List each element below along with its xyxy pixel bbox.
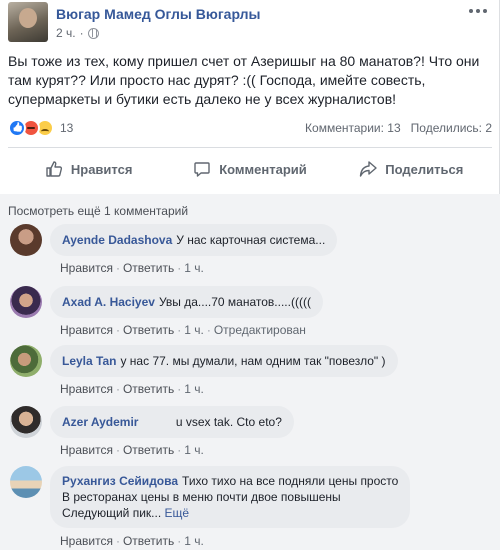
share-icon [360,161,377,177]
commenter-avatar[interactable] [10,286,42,318]
comment-text: У нас карточная система... [176,233,326,247]
view-more-comments-link[interactable]: Посмотреть ещё 1 комментарий [8,204,188,218]
comment-button[interactable]: Комментарий [169,153,330,185]
comment-label: Комментарий [219,161,307,177]
redacted-block [142,416,173,429]
like-icon [8,119,26,137]
divider [8,147,492,148]
globe-icon [87,27,99,39]
post-time[interactable]: 2 ч. [56,26,76,40]
commenter-name[interactable]: Azer Aydemir [62,415,138,429]
reaction-count[interactable]: 13 [60,121,73,135]
comment-bubble: Leyla Tan у нас 77. мы думали, нам одним … [50,345,398,377]
shares-count[interactable]: Поделились: 2 [411,121,492,135]
reaction-icons[interactable]: 13 [8,119,73,137]
thumbs-up-icon [46,161,62,177]
comment-time[interactable]: 1 ч. [184,323,204,337]
like-button[interactable]: Нравится [8,153,169,185]
comment-time[interactable]: 1 ч. [184,534,204,548]
author-name[interactable]: Вюгар Мамед Оглы Вюгарлы [56,6,261,22]
reactions-summary: 13 Комментарии: 13 Поделились: 2 [8,119,492,139]
post-meta: 2 ч. · [56,26,99,40]
comment-text: у нас 77. мы думали, нам одним так "пове… [120,354,386,368]
action-bar: Нравится Комментарий Поделиться [8,153,492,185]
comment-time[interactable]: 1 ч. [184,261,204,275]
comment-like-link[interactable]: Нравится [60,382,113,396]
post-text: Вы тоже из тех, кому пришел счет от Азер… [8,53,480,107]
comment-text: Увы да....70 манатов.....((((( [158,295,311,309]
comments-count[interactable]: Комментарии: 13 [305,121,401,135]
commenter-name[interactable]: Рухангиз Сейидова [62,474,178,488]
commenter-name[interactable]: Leyla Tan [62,354,116,368]
commenter-name[interactable]: Axad A. Haciyev [62,295,155,309]
comment-reply-link[interactable]: Ответить [123,261,174,275]
comment-like-link[interactable]: Нравится [60,261,113,275]
dot-separator: · [79,26,84,40]
comment-icon [194,162,210,177]
share-label: Поделиться [385,161,464,177]
commenter-avatar[interactable] [10,406,42,438]
commenter-name[interactable]: Ayende Dadashova [62,233,172,247]
like-label: Нравится [70,161,133,177]
comment-actions: Нравится · Ответить · 1 ч. [60,382,204,396]
see-more-link[interactable]: Ещё [165,506,190,520]
comment-actions: Нравится · Ответить · 1 ч. [60,443,204,457]
comment-text-line: Тихо тихо на все подняли цены просто [182,474,399,488]
commenter-avatar[interactable] [10,224,42,256]
comment-reply-link[interactable]: Ответить [123,323,174,337]
commenter-avatar[interactable] [10,466,42,498]
comment-like-link[interactable]: Нравится [60,323,113,337]
author-avatar[interactable] [8,2,48,42]
comments-section: Посмотреть ещё 1 комментарий Ayende Dada… [0,194,500,550]
comment-actions: Нравится · Ответить · 1 ч. [60,261,204,275]
comment-bubble: Axad A. Haciyev Увы да....70 манатов.....… [50,286,323,318]
post-header: Вюгар Мамед Оглы Вюгарлы 2 ч. · [8,2,498,42]
comment-reply-link[interactable]: Ответить [123,443,174,457]
comment-like-link[interactable]: Нравится [60,534,113,548]
comment-reply-link[interactable]: Ответить [123,534,174,548]
comment-time[interactable]: 1 ч. [184,382,204,396]
comment-bubble: Ayende Dadashova У нас карточная система.… [50,224,338,256]
comment-time[interactable]: 1 ч. [184,443,204,457]
facebook-post: Вюгар Мамед Оглы Вюгарлы 2 ч. · Вы тоже … [0,0,500,550]
comment-actions: Нравится · Ответить · 1 ч. · Отредактирован [60,323,306,337]
comment-actions: Нравится · Ответить · 1 ч. [60,534,204,548]
comment-text-line: В ресторанах цены в меню почти двое повы… [62,490,341,504]
edited-label[interactable]: Отредактирован [214,323,306,337]
share-button[interactable]: Поделиться [331,153,492,185]
comment-reply-link[interactable]: Ответить [123,382,174,396]
more-options-icon[interactable] [466,2,490,20]
engagement-counts: Комментарии: 13 Поделились: 2 [305,121,492,135]
comment-text: u vsex tak. Cto eto? [175,415,282,429]
comment-bubble: Azer Aydemir u vsex tak. Cto eto? [50,406,294,438]
comment-bubble: Рухангиз Сейидова Тихо тихо на все поднял… [50,466,411,528]
commenter-avatar[interactable] [10,345,42,377]
comment-text-line: Следующий пик... [62,506,162,520]
comment-like-link[interactable]: Нравится [60,443,113,457]
